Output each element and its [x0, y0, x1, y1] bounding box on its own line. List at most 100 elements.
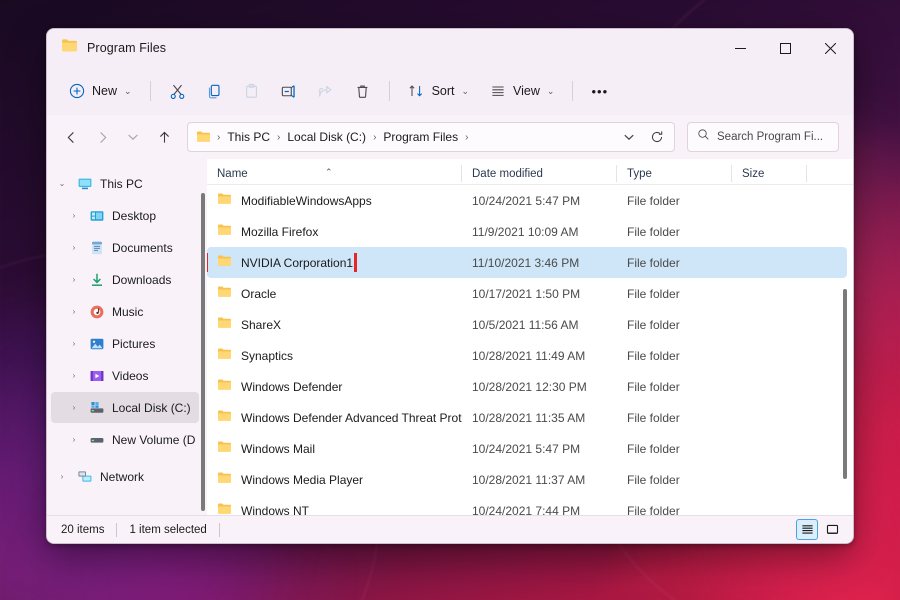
chevron-right-icon[interactable]: › — [67, 435, 81, 444]
recent-locations-button[interactable] — [119, 123, 147, 151]
sidebar-item-label: Pictures — [112, 337, 155, 351]
up-button[interactable] — [150, 123, 178, 151]
table-row[interactable]: Windows Defender Advanced Threat Prot...… — [207, 402, 847, 433]
address-dropdown-button[interactable] — [616, 125, 642, 149]
column-header-size[interactable]: Size — [732, 168, 807, 180]
sidebar-item-music[interactable]: › Music — [51, 296, 199, 327]
sidebar-item-videos[interactable]: › Videos — [51, 360, 199, 391]
file-type-cell: File folder — [617, 380, 732, 394]
minimize-button[interactable] — [718, 29, 763, 67]
breadcrumb-item-this-pc[interactable]: This PC — [222, 127, 275, 147]
table-row[interactable]: Mozilla Firefox 11/9/2021 10:09 AM File … — [207, 216, 847, 247]
pictures-icon — [88, 335, 105, 352]
toolbar-divider — [150, 81, 151, 101]
file-date-cell: 10/5/2021 11:56 AM — [462, 318, 617, 332]
paste-button[interactable] — [234, 75, 269, 107]
more-options-button[interactable]: ••• — [582, 75, 617, 107]
sidebar-item-label: Network — [100, 470, 144, 484]
column-header-type[interactable]: Type — [617, 168, 732, 180]
file-name: Windows Media Player — [241, 473, 363, 487]
delete-button[interactable] — [345, 75, 380, 107]
sidebar-item-label: Local Disk (C:) — [112, 401, 191, 415]
table-row[interactable]: ModifiableWindowsApps 10/24/2021 5:47 PM… — [207, 185, 847, 216]
file-name: Windows NT — [241, 504, 309, 516]
pc-icon — [76, 175, 93, 192]
maximize-button[interactable] — [763, 29, 808, 67]
sidebar-item-this-pc[interactable]: ⌄ This PC — [51, 168, 199, 199]
sidebar-item-downloads[interactable]: › Downloads — [51, 264, 199, 295]
sidebar-item-new-volume-d[interactable]: › New Volume (D — [51, 424, 199, 455]
table-row[interactable]: Windows NT 10/24/2021 7:44 PM File folde… — [207, 495, 847, 515]
cut-button[interactable] — [160, 75, 195, 107]
breadcrumb-bar[interactable]: › This PC › Local Disk (C:) › Program Fi… — [187, 122, 675, 152]
trash-icon — [354, 83, 371, 100]
breadcrumb-item-program-files[interactable]: Program Files — [378, 127, 463, 147]
forward-button[interactable] — [88, 123, 116, 151]
chevron-right-icon[interactable]: › — [67, 275, 81, 284]
copy-button[interactable] — [197, 75, 232, 107]
chevron-right-icon[interactable]: › — [67, 403, 81, 412]
file-list-scrollbar[interactable] — [843, 289, 847, 479]
column-header-date-modified[interactable]: Date modified — [462, 168, 617, 180]
chevron-right-icon[interactable]: › — [67, 211, 81, 220]
chevron-down-icon: ⌄ — [124, 87, 132, 96]
rename-button[interactable] — [271, 75, 306, 107]
refresh-button[interactable] — [644, 125, 670, 149]
folder-icon — [217, 470, 233, 489]
view-button[interactable]: View ⌄ — [480, 75, 563, 107]
sidebar-item-desktop[interactable]: › Desktop — [51, 200, 199, 231]
folder-icon — [217, 222, 233, 241]
file-name-cell: Mozilla Firefox — [207, 222, 462, 241]
table-row[interactable]: Windows Mail 10/24/2021 5:47 PM File fol… — [207, 433, 847, 464]
table-row[interactable]: Windows Defender 10/28/2021 12:30 PM Fil… — [207, 371, 847, 402]
table-row[interactable]: ShareX 10/5/2021 11:56 AM File folder — [207, 309, 847, 340]
sidebar-item-local-disk-c[interactable]: › Local Disk (C:) — [51, 392, 199, 423]
table-row-selected[interactable]: NVIDIA Corporation1 11/10/2021 3:46 PM F… — [207, 247, 847, 278]
chevron-right-icon[interactable]: › — [67, 243, 81, 252]
back-button[interactable] — [57, 123, 85, 151]
download-icon — [88, 271, 105, 288]
file-date-cell: 11/10/2021 3:46 PM — [462, 256, 617, 270]
sidebar-item-pictures[interactable]: › Pictures — [51, 328, 199, 359]
sort-button[interactable]: Sort ⌄ — [399, 75, 478, 107]
file-date-cell: 10/28/2021 11:35 AM — [462, 411, 617, 425]
sidebar-item-documents[interactable]: › Documents — [51, 232, 199, 263]
table-row[interactable]: Oracle 10/17/2021 1:50 PM File folder — [207, 278, 847, 309]
column-header-name[interactable]: Name ⌃ — [207, 168, 462, 180]
new-button[interactable]: New ⌄ — [59, 75, 141, 107]
folder-icon — [217, 253, 233, 272]
file-name-cell: Windows Defender Advanced Threat Prot... — [207, 408, 462, 427]
chevron-right-icon[interactable]: › — [67, 307, 81, 316]
status-divider — [116, 523, 117, 537]
scissors-icon — [169, 83, 186, 100]
file-type-cell: File folder — [617, 411, 732, 425]
table-row[interactable]: Synaptics 10/28/2021 11:49 AM File folde… — [207, 340, 847, 371]
address-bar-actions — [616, 125, 670, 149]
close-button[interactable] — [808, 29, 853, 67]
plus-circle-icon — [68, 83, 85, 100]
folder-icon — [217, 191, 233, 210]
large-icons-view-button[interactable] — [821, 519, 843, 540]
file-date-cell: 10/24/2021 7:44 PM — [462, 504, 617, 516]
file-type-cell: File folder — [617, 504, 732, 516]
drive-gray-icon — [88, 431, 105, 448]
sidebar-item-network[interactable]: › Network — [51, 461, 199, 492]
chevron-down-icon[interactable]: ⌄ — [55, 179, 69, 188]
file-date-cell: 10/24/2021 5:47 PM — [462, 442, 617, 456]
view-button-label: View — [513, 84, 540, 98]
chevron-right-icon[interactable]: › — [67, 371, 81, 380]
file-type-cell: File folder — [617, 349, 732, 363]
chevron-right-icon[interactable]: › — [55, 472, 69, 481]
share-button[interactable] — [308, 75, 343, 107]
details-view-button[interactable] — [796, 519, 818, 540]
breadcrumb-item-local-disk[interactable]: Local Disk (C:) — [282, 127, 371, 147]
table-row[interactable]: Windows Media Player 10/28/2021 11:37 AM… — [207, 464, 847, 495]
file-name: Windows Defender Advanced Threat Prot... — [241, 411, 462, 425]
folder-icon — [61, 37, 78, 59]
document-icon — [88, 239, 105, 256]
search-icon — [697, 128, 710, 146]
sidebar-scrollbar[interactable] — [201, 193, 205, 511]
search-input[interactable]: Search Program Fi... — [687, 122, 839, 152]
folder-icon — [196, 129, 212, 145]
chevron-right-icon[interactable]: › — [67, 339, 81, 348]
